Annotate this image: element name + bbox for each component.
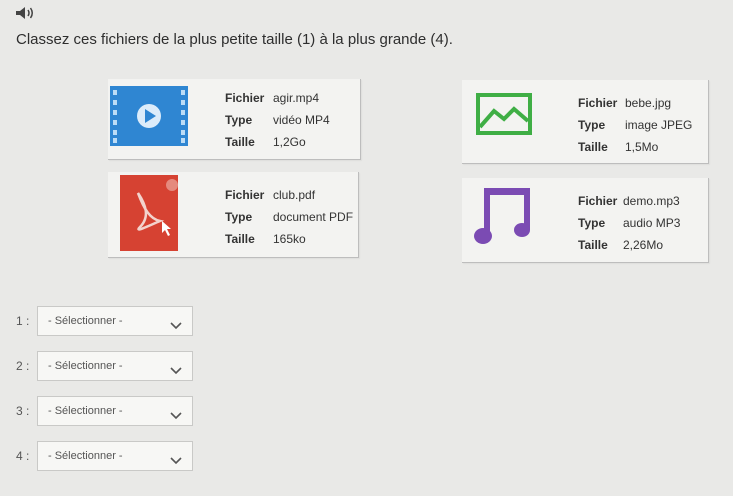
file-label: Fichier — [578, 96, 618, 110]
type-label: Type — [225, 210, 253, 224]
size-label: Taille — [225, 232, 255, 246]
file-type: vidéo MP4 — [273, 113, 330, 127]
select-value: - Sélectionner - — [48, 315, 123, 327]
file-type: image JPEG — [625, 118, 693, 132]
instruction-text: Classez ces fichiers de la plus petite t… — [16, 31, 453, 48]
video-icon — [110, 86, 188, 151]
rank-number: 3 : — [16, 404, 30, 418]
rank-1-select[interactable]: - Sélectionner - — [37, 306, 193, 336]
select-value: - Sélectionner - — [48, 360, 123, 372]
file-card-club: Fichier club.pdf Type document PDF Taille 1… — [108, 172, 359, 258]
music-note-icon — [472, 186, 536, 253]
file-card-demo: Fichier demo.mp3 Type audio MP3 Taille 2,26… — [462, 178, 709, 263]
speaker-icon[interactable] — [14, 5, 36, 21]
chevron-down-icon — [170, 452, 182, 465]
file-type: audio MP3 — [623, 216, 681, 230]
rank-3-select[interactable]: - Sélectionner - — [37, 396, 193, 426]
file-name: club.pdf — [273, 188, 316, 202]
file-type: document PDF — [273, 210, 354, 224]
file-label: Fichier — [578, 194, 618, 208]
file-card-bebe: Fichier bebe.jpg Type image JPEG Taille 1,5… — [462, 80, 709, 164]
rank-number: 4 : — [16, 449, 30, 463]
type-label: Type — [578, 216, 606, 230]
rank-4-select[interactable]: - Sélectionner - — [37, 441, 193, 471]
rank-number: 1 : — [16, 314, 30, 328]
file-label: Fichier — [225, 91, 265, 105]
chevron-down-icon — [170, 407, 182, 420]
pdf-icon — [120, 175, 178, 256]
file-label: Fichier — [225, 188, 265, 202]
file-size: 1,2Go — [273, 135, 306, 149]
file-size: 165ko — [273, 232, 306, 246]
rank-2-select[interactable]: - Sélectionner - — [37, 351, 193, 381]
size-label: Taille — [578, 238, 608, 252]
size-label: Taille — [225, 135, 255, 149]
type-label: Type — [578, 118, 606, 132]
image-icon — [476, 93, 532, 140]
file-name: bebe.jpg — [625, 96, 672, 110]
file-name: demo.mp3 — [623, 194, 680, 208]
file-name: agir.mp4 — [273, 91, 320, 105]
size-label: Taille — [578, 140, 608, 154]
chevron-down-icon — [170, 317, 182, 330]
file-size: 2,26Mo — [623, 238, 664, 252]
rank-number: 2 : — [16, 359, 30, 373]
select-value: - Sélectionner - — [48, 450, 123, 462]
chevron-down-icon — [170, 362, 182, 375]
select-value: - Sélectionner - — [48, 405, 123, 417]
type-label: Type — [225, 113, 253, 127]
file-size: 1,5Mo — [625, 140, 659, 154]
file-card-agir: Fichier agir.mp4 Type vidéo MP4 Taille 1,2G… — [108, 79, 361, 160]
